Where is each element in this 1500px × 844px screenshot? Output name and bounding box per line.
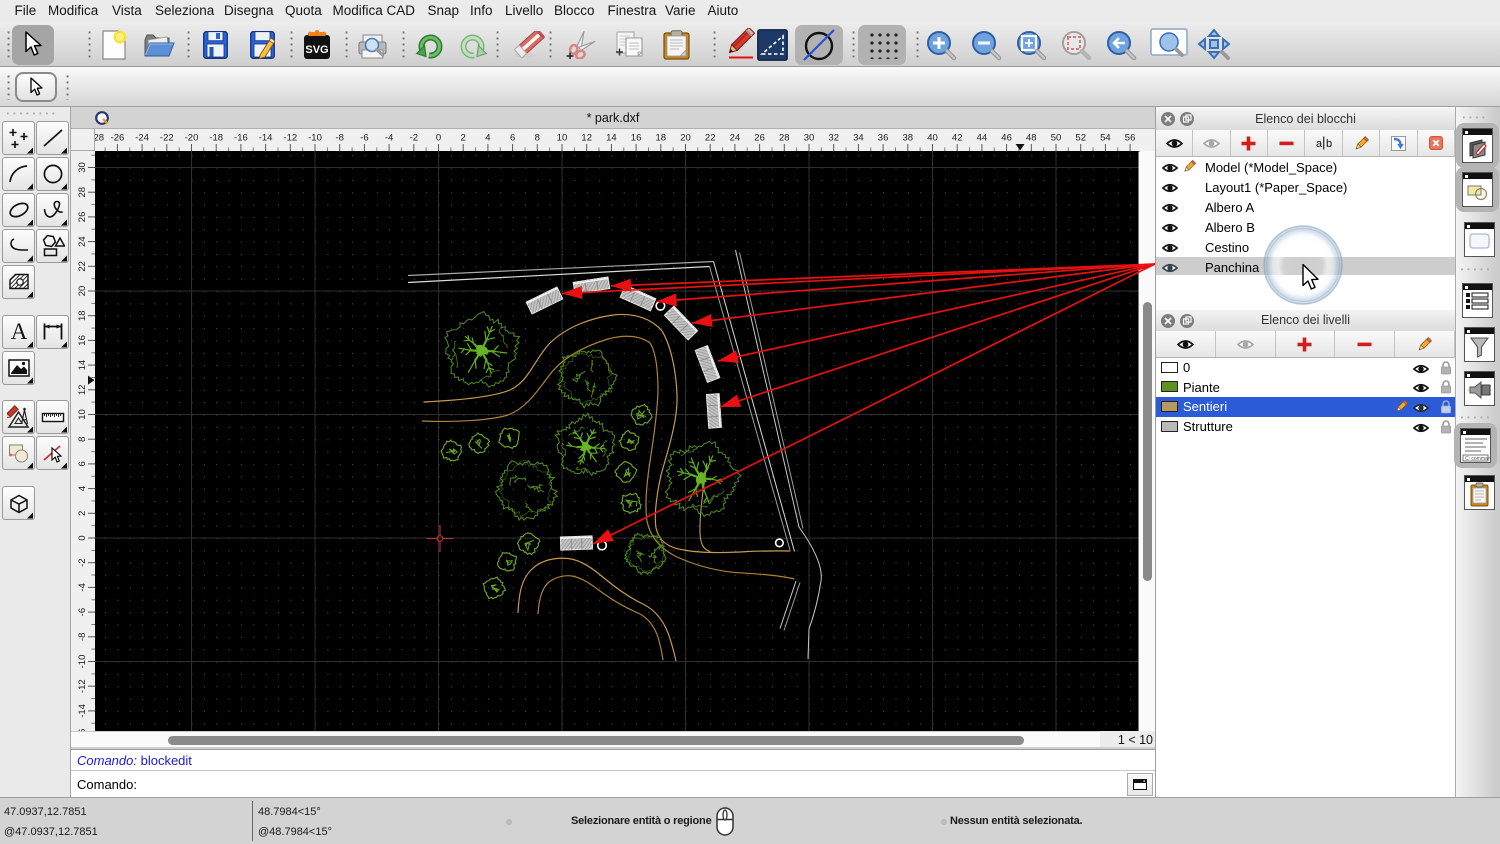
- svg-text:30: 30: [77, 162, 88, 173]
- svg-text:54: 54: [1100, 133, 1111, 144]
- svg-text:-10: -10: [308, 133, 322, 144]
- svg-text:b: b: [1326, 138, 1332, 150]
- svg-text:4: 4: [77, 486, 88, 491]
- svg-text:36: 36: [878, 133, 889, 144]
- svg-text:-8: -8: [77, 633, 88, 641]
- svg-text:a: a: [1316, 138, 1323, 150]
- svg-text:30: 30: [804, 133, 815, 144]
- svg-text:SVG: SVG: [305, 44, 328, 56]
- svg-text:2: 2: [77, 511, 88, 516]
- svg-text:-16: -16: [234, 133, 248, 144]
- svg-text:16: 16: [77, 335, 88, 346]
- svg-text:28: 28: [779, 133, 790, 144]
- svg-text:34: 34: [853, 133, 864, 144]
- svg-text:0: 0: [436, 133, 441, 144]
- svg-text:0: 0: [77, 535, 88, 540]
- svg-text:52: 52: [1075, 133, 1086, 144]
- svg-text:50: 50: [1051, 133, 1062, 144]
- svg-text:14: 14: [606, 133, 617, 144]
- svg-text:-4: -4: [385, 133, 393, 144]
- svg-text:-16: -16: [77, 729, 88, 731]
- svg-text:-14: -14: [77, 704, 88, 718]
- svg-text:24: 24: [77, 236, 88, 247]
- svg-text:-10: -10: [77, 655, 88, 669]
- svg-text:12: 12: [77, 385, 88, 396]
- svg-text:-2: -2: [410, 133, 418, 144]
- svg-text:46: 46: [1001, 133, 1012, 144]
- svg-text:16: 16: [631, 133, 642, 144]
- svg-text:12: 12: [581, 133, 592, 144]
- svg-text:56: 56: [1125, 133, 1136, 144]
- svg-text:2: 2: [461, 133, 466, 144]
- svg-text:8: 8: [77, 437, 88, 442]
- svg-text:20: 20: [680, 133, 691, 144]
- svg-text:C: command: C: command: [1465, 456, 1490, 462]
- svg-text:22: 22: [705, 133, 716, 144]
- svg-text:-4: -4: [77, 583, 88, 591]
- svg-text:6: 6: [510, 133, 515, 144]
- svg-text:26: 26: [754, 133, 765, 144]
- svg-text:-8: -8: [335, 133, 343, 144]
- svg-text:40: 40: [927, 133, 938, 144]
- svg-text:-6: -6: [360, 133, 368, 144]
- svg-text:42: 42: [952, 133, 963, 144]
- svg-text:-24: -24: [135, 133, 149, 144]
- svg-text:44: 44: [977, 133, 988, 144]
- svg-text:-12: -12: [283, 133, 297, 144]
- svg-text:-2: -2: [77, 558, 88, 566]
- svg-text:18: 18: [656, 133, 667, 144]
- svg-text:-26: -26: [111, 133, 125, 144]
- svg-text:10: 10: [77, 409, 88, 420]
- svg-text:14: 14: [77, 360, 88, 371]
- svg-text:32: 32: [828, 133, 839, 144]
- svg-text:28: 28: [77, 187, 88, 198]
- svg-text:-20: -20: [185, 133, 199, 144]
- svg-text:-28: -28: [95, 133, 104, 144]
- svg-text:24: 24: [730, 133, 741, 144]
- svg-text:-6: -6: [77, 608, 88, 616]
- svg-text:8: 8: [535, 133, 540, 144]
- svg-text:18: 18: [77, 310, 88, 321]
- svg-text:4: 4: [485, 133, 490, 144]
- svg-text:6: 6: [77, 461, 88, 466]
- svg-text:38: 38: [903, 133, 914, 144]
- svg-text:48: 48: [1026, 133, 1037, 144]
- svg-text:-12: -12: [77, 679, 88, 693]
- svg-text:-18: -18: [209, 133, 223, 144]
- svg-text:-22: -22: [160, 133, 174, 144]
- svg-text:26: 26: [77, 212, 88, 223]
- svg-text:-14: -14: [259, 133, 273, 144]
- svg-text:20: 20: [77, 286, 88, 297]
- svg-text:10: 10: [557, 133, 568, 144]
- svg-text:22: 22: [77, 261, 88, 272]
